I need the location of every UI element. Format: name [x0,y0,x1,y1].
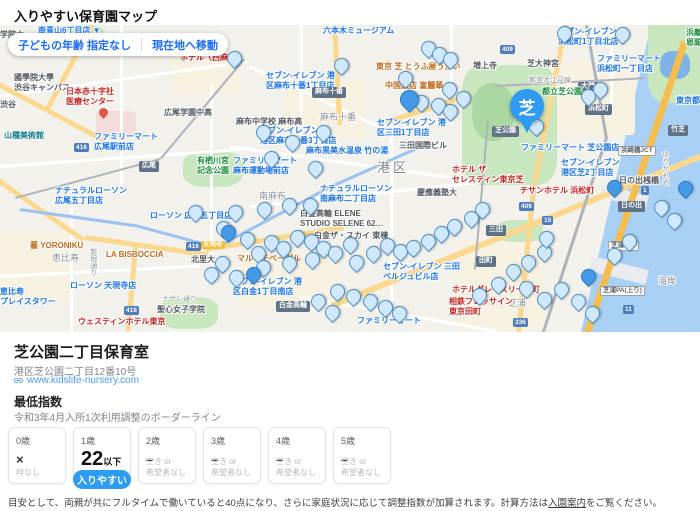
nursery-marker[interactable] [611,25,632,45]
map-filter-bar: 子どもの年齢 指定なし 現在地へ移動 [8,33,228,56]
age-card-note: 空き or 希望者なし [276,457,316,478]
nursery-marker[interactable] [326,280,347,301]
nursery-website-link[interactable]: www.kidslife-nursery.com [13,375,139,386]
min-index-subtitle: 令和3年4月入所1次利用調整のボーダーライン [14,409,221,424]
age-card-4: 4歳–空き or 希望者なし [268,427,326,484]
nursery-marker[interactable] [312,121,333,142]
age-card-0: 0歳 ×枠なし [8,427,66,484]
nursery-marker[interactable] [299,194,320,215]
locate-me-button[interactable]: 現在地へ移動 [142,37,228,53]
min-index-title: 最低指数 [14,393,62,410]
age-card-3: 3歳–空き or 希望者なし [203,427,261,484]
nursery-marker[interactable] [618,230,639,251]
nursery-name: 芝公園二丁目保育室 [14,341,149,362]
nursery-marker[interactable] [225,266,246,287]
age-card-label: 2歳 [146,434,188,447]
nursery-marker[interactable] [342,285,363,306]
map-marker-layer [0,25,700,332]
age-card-value: 22以下 [81,448,123,471]
age-card-note: 空き or 希望者なし [146,457,186,478]
age-card-value: × [16,452,58,467]
nursery-marker[interactable] [345,251,366,272]
nursery-marker[interactable] [184,201,205,222]
nursery-marker[interactable] [603,244,624,265]
age-card-value-suffix: 以下 [103,457,121,467]
age-card-note: 空き or 希望者なし [341,457,381,478]
nursery-marker[interactable] [487,273,508,294]
footnote: 目安として、両親が共にフルタイムで働いていると40点になり、さらに家庭状況に応じ… [8,495,698,509]
age-card-label: 5歳 [341,434,383,447]
detail-panel: 芝公園二丁目保育室 港区芝公園二丁目12番10号 www.kidslife-nu… [0,332,700,511]
selected-nursery-marker[interactable]: 芝 [510,89,544,133]
age-cards-row: 0歳 ×枠なし 1歳22以下入りやすい2歳–空き or 希望者なし3歳–空き or … [8,427,391,484]
nursery-marker[interactable] [224,201,245,222]
nursery-marker[interactable] [304,157,325,178]
nursery-marker[interactable] [253,198,274,219]
footnote-text-before: 目安として、両親が共にフルタイムで働いていると40点になり、さらに家庭状況に応じ… [8,498,548,509]
nursery-marker[interactable] [553,25,574,44]
map-canvas[interactable]: 学院大南青山6丁目店 ▼渋谷國學院大學 渋谷キャンパス日本赤十字社 医療センター… [0,25,700,332]
nursery-marker[interactable] [603,176,624,197]
age-card-label: 3歳 [211,434,253,447]
age-card-2: 2歳–空き or 希望者なし [138,427,196,484]
footnote-text-after: をご覧ください。 [586,498,662,509]
age-card-1: 1歳22以下入りやすい [73,427,131,484]
age-card-label: 0歳 [16,434,58,447]
nursery-marker[interactable] [550,278,571,299]
age-card-5: 5歳–空き or 希望者なし [333,427,391,484]
nursery-marker[interactable] [330,54,351,75]
age-card-label: 4歳 [276,434,318,447]
easy-entry-badge: 入りやすい [73,470,131,489]
nursery-marker[interactable] [468,284,489,305]
website-url: www.kidslife-nursery.com [27,375,139,386]
nursery-marker[interactable] [533,288,554,309]
nursery-marker[interactable] [278,194,299,215]
age-filter-button[interactable]: 子どもの年齢 指定なし [8,37,141,53]
nursery-marker[interactable] [281,131,302,152]
nursery-marker[interactable] [252,121,273,142]
nursery-marker[interactable] [515,277,536,298]
link-icon [13,375,24,386]
age-card-note: 枠なし [16,468,40,478]
app-title: 入りやすい保育園マップ [0,0,700,25]
nursery-marker[interactable] [674,177,695,198]
selected-marker-glyph: 芝 [510,89,544,123]
selected-marker-tail [520,120,534,133]
age-card-label: 1歳 [81,434,123,447]
nursery-marker[interactable] [260,147,281,168]
nursery-marker[interactable] [577,265,598,286]
nursery-marker[interactable] [535,227,556,248]
admission-guide-link[interactable]: 入園案内 [548,498,586,509]
age-card-note: 空き or 希望者なし [211,457,251,478]
nursery-marker[interactable] [394,67,415,88]
app-header: 入りやすい保育園マップ [0,0,700,25]
